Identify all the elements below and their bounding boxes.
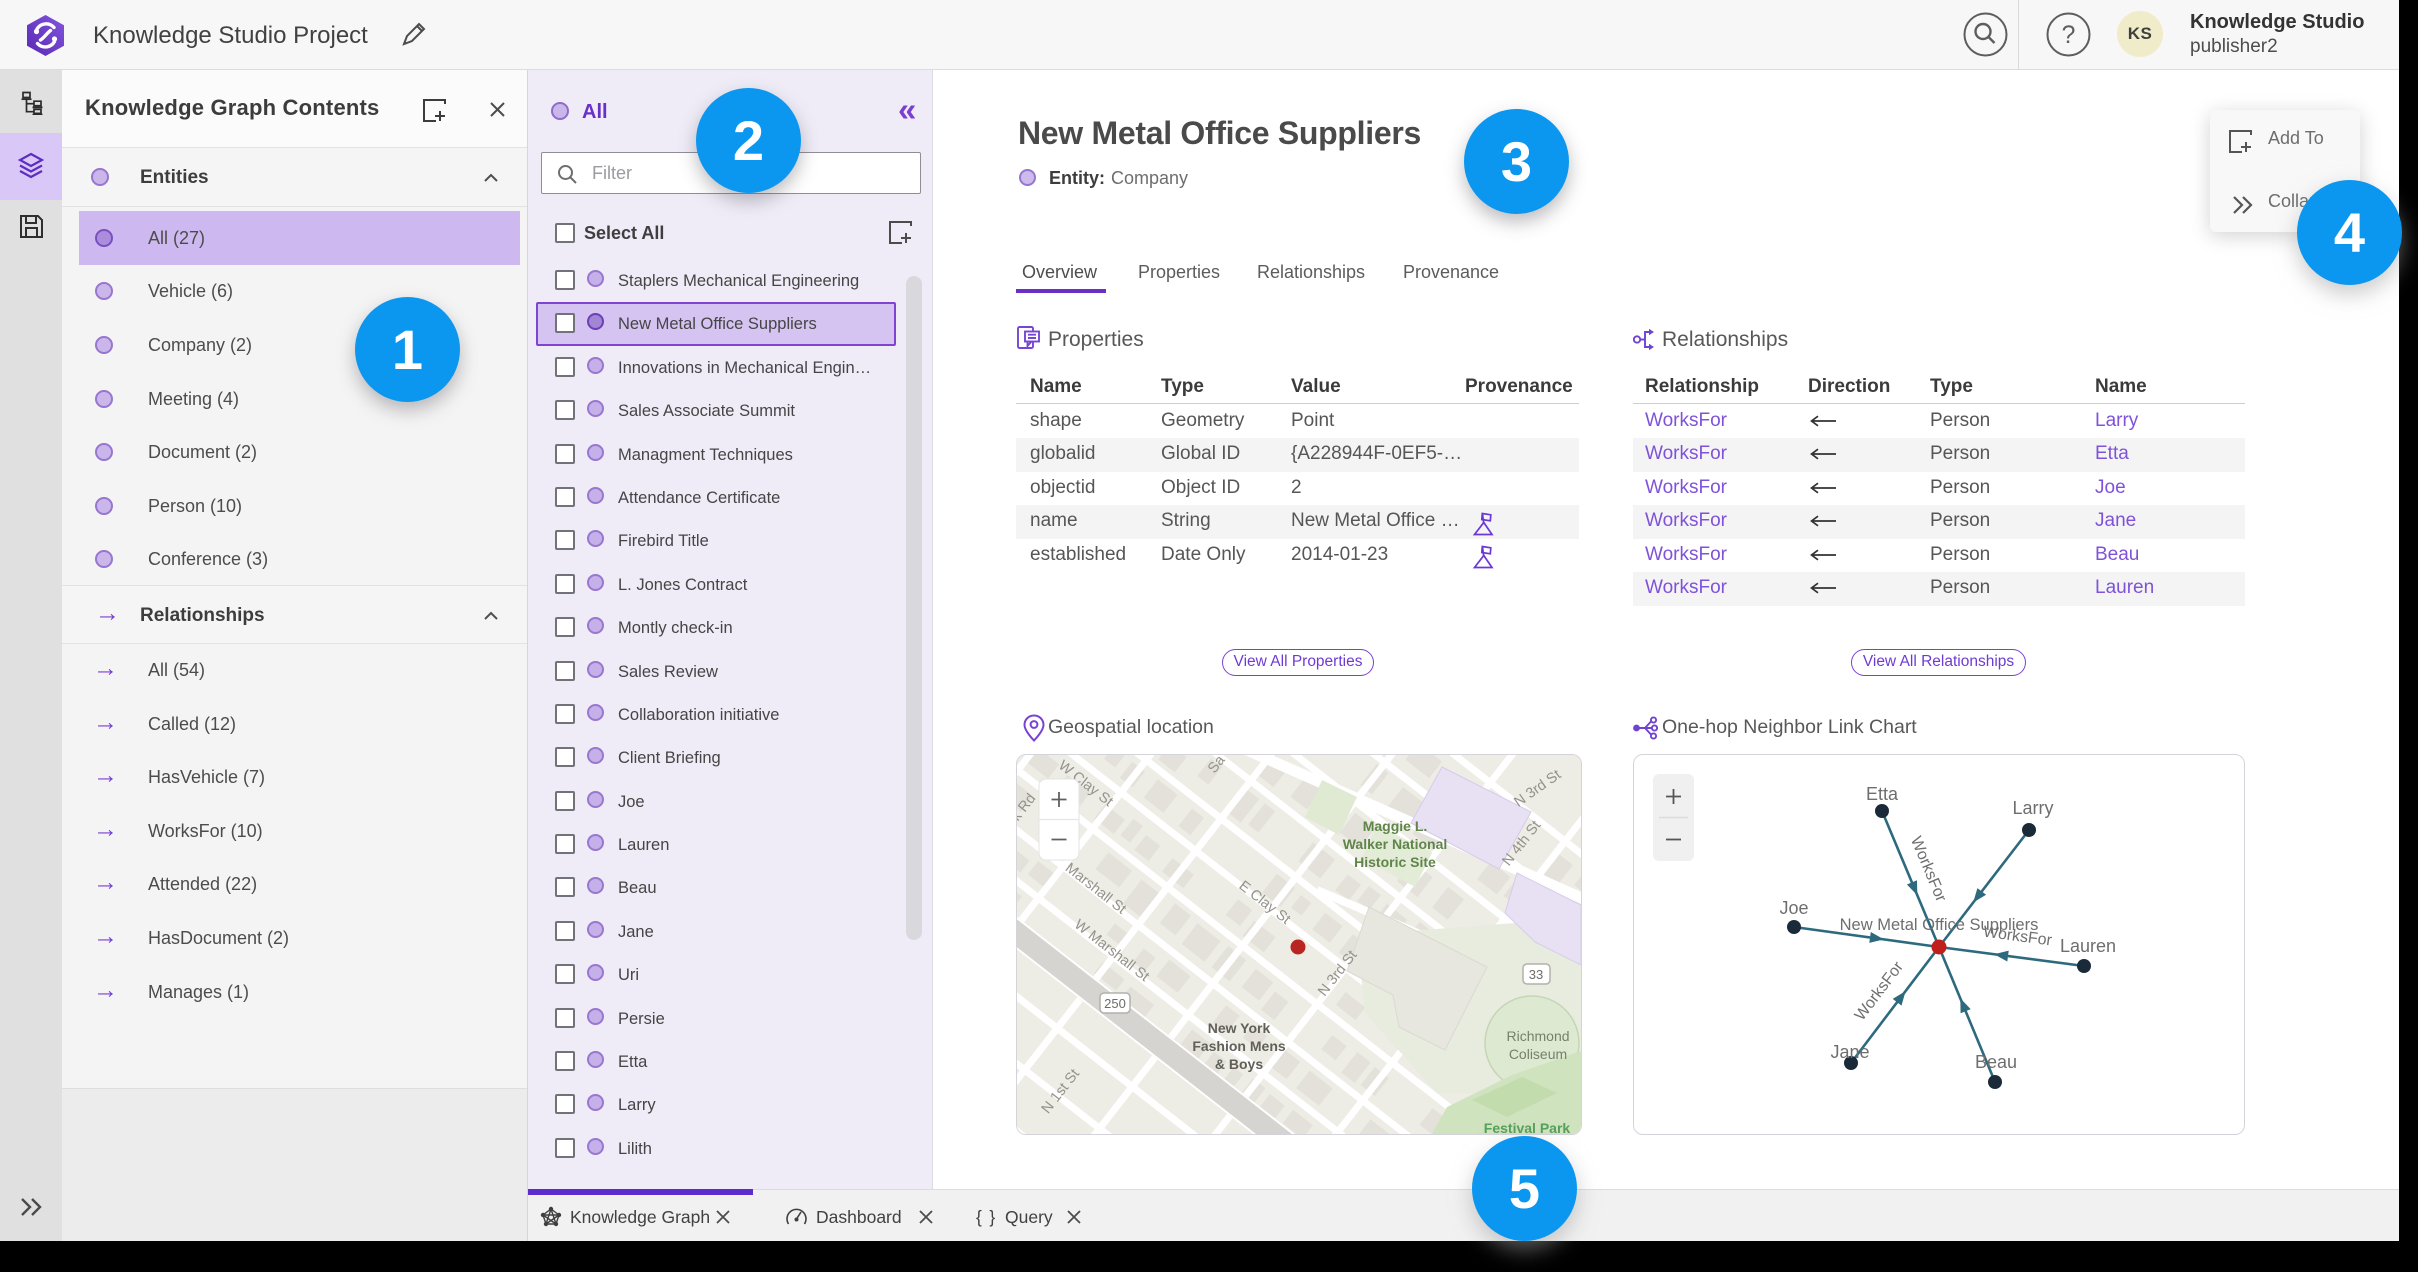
svg-text:Etta: Etta [1866, 784, 1899, 804]
svg-text:Larry: Larry [2012, 798, 2053, 818]
svg-text:33: 33 [1529, 967, 1543, 982]
svg-text:Lauren: Lauren [2060, 936, 2116, 956]
svg-text:WorksFor: WorksFor [1982, 924, 2053, 950]
svg-text:Walker National: Walker National [1343, 836, 1448, 852]
svg-text:?: ? [2062, 21, 2076, 49]
svg-text:Beau: Beau [1975, 1052, 2017, 1072]
svg-text:WorksFor: WorksFor [1852, 958, 1908, 1024]
svg-text:Coliseum: Coliseum [1509, 1046, 1567, 1062]
svg-text:& Boys: & Boys [1215, 1056, 1263, 1072]
svg-text:Maggie L.: Maggie L. [1363, 818, 1428, 834]
svg-text:Richmond: Richmond [1506, 1028, 1569, 1044]
svg-text:Historic Site: Historic Site [1354, 854, 1436, 870]
svg-text:Fashion Mens: Fashion Mens [1192, 1038, 1286, 1054]
svg-text:WorksFor: WorksFor [1907, 834, 1950, 905]
svg-text:New York: New York [1208, 1020, 1271, 1036]
svg-text:Joe: Joe [1779, 898, 1808, 918]
svg-text:Jane: Jane [1830, 1042, 1869, 1062]
svg-text:Festival Park: Festival Park [1484, 1120, 1571, 1134]
svg-text:250: 250 [1104, 996, 1126, 1011]
